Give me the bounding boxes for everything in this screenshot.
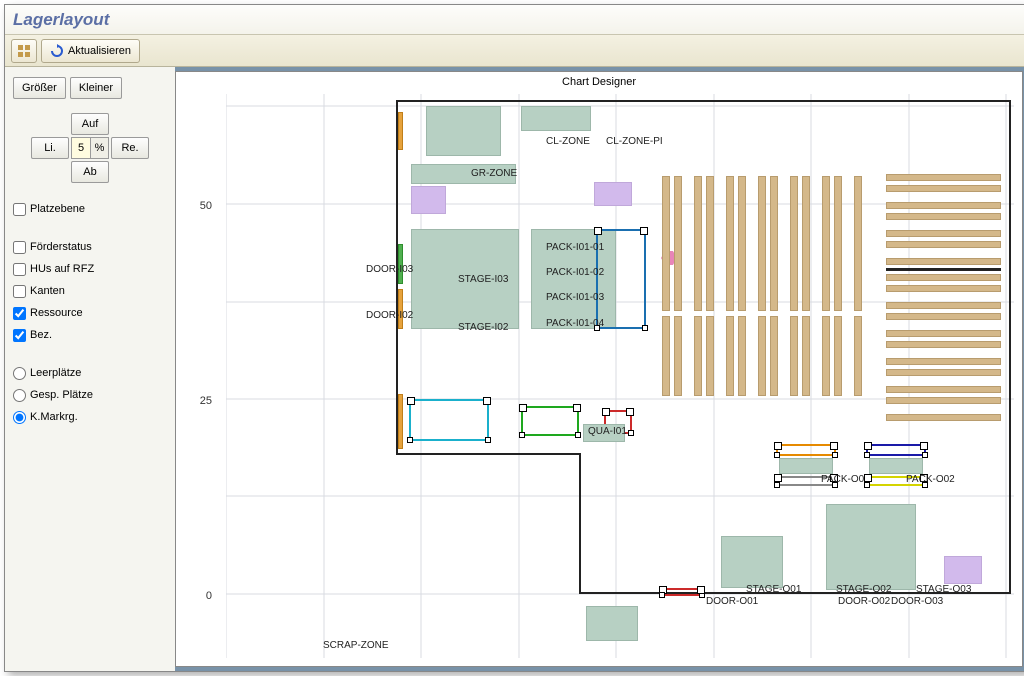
refresh-button[interactable]: Aktualisieren: [41, 39, 140, 63]
rad-gesp-btn[interactable]: [13, 389, 26, 402]
label-door-i02: DOOR-I02: [366, 310, 413, 321]
label-stage-i03: STAGE-I03: [458, 274, 508, 285]
label-cl-zone-pi: CL-ZONE-PI: [606, 136, 663, 147]
svg-text:0: 0: [206, 590, 212, 602]
outline-right: [1009, 100, 1011, 594]
chk-foerderstatus[interactable]: Förderstatus: [13, 238, 167, 256]
label-pack-i01-01: PACK-I01-01: [546, 242, 604, 253]
chk-bez-box[interactable]: [13, 329, 26, 342]
label-door-o03: DOOR-O03: [891, 596, 943, 607]
sel-door-o01[interactable]: [661, 588, 703, 596]
chk-bez[interactable]: Bez.: [13, 326, 167, 344]
label-pack-o02: PACK-O02: [906, 474, 955, 485]
label-stage-o03: STAGE-O03: [916, 584, 971, 595]
chk-kanten[interactable]: Kanten: [13, 282, 167, 300]
nav-block: Auf Li. % Re. Ab: [31, 113, 149, 183]
label-stage-o02: STAGE-O02: [836, 584, 891, 595]
sel-cyan[interactable]: [409, 399, 489, 441]
chk-ressource-box[interactable]: [13, 307, 26, 320]
label-stage-i02: STAGE-I02: [458, 322, 508, 333]
outline-mid-v: [579, 453, 581, 594]
nav-down-button[interactable]: Ab: [71, 161, 109, 183]
chk-kanten-box[interactable]: [13, 285, 26, 298]
sel-green[interactable]: [521, 406, 579, 436]
chk-platzebene-box[interactable]: [13, 203, 26, 216]
zone-cl-pi[interactable]: [521, 106, 591, 131]
chk-hus-box[interactable]: [13, 263, 26, 276]
zone-purple-2[interactable]: [594, 182, 632, 206]
zone-scrap[interactable]: [586, 606, 638, 641]
door-i02[interactable]: [398, 289, 403, 329]
sidebar: Größer Kleiner Auf Li. % Re. Ab Platzebe…: [5, 67, 175, 671]
refresh-label: Aktualisieren: [68, 45, 131, 57]
chk-platzebene[interactable]: Platzebene: [13, 200, 167, 218]
refresh-icon: [50, 44, 64, 58]
outline-top: [396, 100, 1011, 102]
svg-text:50: 50: [200, 200, 212, 212]
rad-gesp[interactable]: Gesp. Plätze: [13, 386, 167, 404]
label-door-o02: DOOR-O02: [838, 596, 890, 607]
sel-pack-o02-top[interactable]: [866, 444, 926, 456]
label-pack-i01-04: PACK-I01-04: [546, 318, 604, 329]
outline-mid: [396, 453, 581, 455]
label-pack-i01-03: PACK-I01-03: [546, 292, 604, 303]
svg-text:25: 25: [200, 395, 212, 407]
toolbar-icon-views[interactable]: [11, 39, 37, 63]
nav-step: %: [71, 137, 109, 159]
rad-kmark-btn[interactable]: [13, 411, 26, 424]
zone-stage-o02[interactable]: [826, 504, 916, 590]
label-gr-zone: GR-ZONE: [471, 168, 517, 179]
door-top[interactable]: [398, 112, 403, 150]
label-scrap: SCRAP-ZONE: [323, 640, 389, 651]
nav-step-unit: %: [91, 137, 109, 159]
toolbar: Aktualisieren: [5, 35, 1024, 67]
chart-area[interactable]: Chart Designer 0 25 50: [175, 71, 1023, 667]
chk-ressource[interactable]: Ressource: [13, 304, 167, 322]
zone-stage-o03[interactable]: [944, 556, 982, 584]
zone-purple-1[interactable]: [411, 186, 446, 214]
zone-pack-o01[interactable]: [779, 458, 833, 474]
plot[interactable]: CL-ZONE CL-ZONE-PI GR-ZONE DOOR-I03 DOOR…: [226, 94, 1014, 658]
y-axis: 0 25 50: [176, 94, 226, 658]
label-qua: QUA-I01: [588, 426, 627, 437]
chk-foerder-box[interactable]: [13, 241, 26, 254]
rad-leer[interactable]: Leerplätze: [13, 364, 167, 382]
nav-left-button[interactable]: Li.: [31, 137, 69, 159]
label-door-o01: DOOR-O01: [706, 596, 758, 607]
zoom-in-button[interactable]: Größer: [13, 77, 66, 99]
nav-right-button[interactable]: Re.: [111, 137, 149, 159]
sel-pack-o01-top[interactable]: [776, 444, 836, 456]
nav-up-button[interactable]: Auf: [71, 113, 109, 135]
door-bottom-left[interactable]: [398, 394, 403, 449]
label-pack-i01-02: PACK-I01-02: [546, 267, 604, 278]
label-stage-o01: STAGE-O01: [746, 584, 801, 595]
chart-title: Chart Designer: [562, 76, 636, 88]
label-door-i03: DOOR-I03: [366, 264, 413, 275]
rad-leer-btn[interactable]: [13, 367, 26, 380]
zone-pack-o02[interactable]: [869, 458, 923, 474]
content: Größer Kleiner Auf Li. % Re. Ab Platzebe…: [5, 67, 1024, 671]
label-pack-o01: PACK-O01: [821, 474, 870, 485]
label-cl-zone: CL-ZONE: [546, 136, 590, 147]
nav-step-input[interactable]: [71, 137, 91, 159]
chk-hus[interactable]: HUs auf RFZ: [13, 260, 167, 278]
zone-stage-o01[interactable]: [721, 536, 783, 588]
app-window: Lagerlayout Aktualisieren Größer Kleiner…: [4, 4, 1024, 672]
zoom-out-button[interactable]: Kleiner: [70, 77, 122, 99]
page-title: Lagerlayout: [13, 10, 109, 30]
title-bar: Lagerlayout: [5, 5, 1024, 35]
grid-icon: [16, 43, 32, 59]
rad-kmark[interactable]: K.Markrg.: [13, 408, 167, 426]
zone-cl[interactable]: [426, 106, 501, 156]
